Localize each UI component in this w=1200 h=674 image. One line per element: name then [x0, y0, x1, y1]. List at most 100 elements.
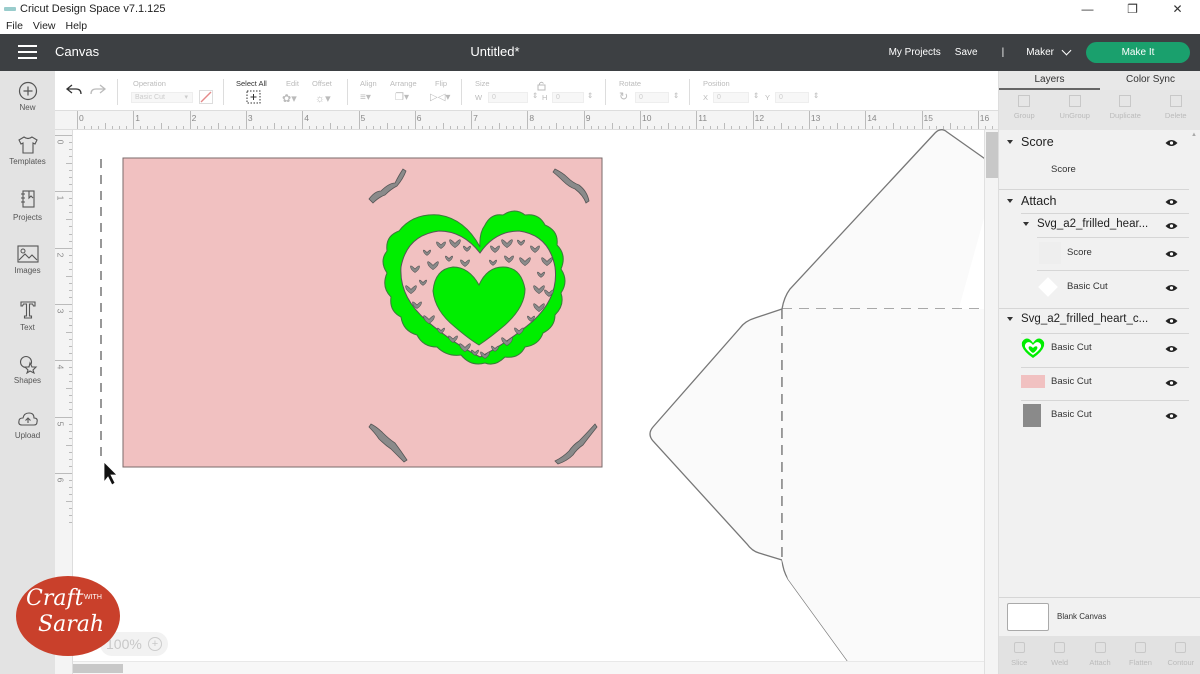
eye-icon[interactable]: [1165, 198, 1178, 206]
x-input[interactable]: 0: [713, 92, 749, 103]
caret-down-icon[interactable]: [1007, 140, 1013, 144]
arrange-label: Arrange: [390, 79, 417, 88]
save-link[interactable]: Save: [955, 47, 978, 58]
envelope-template[interactable]: [649, 129, 998, 674]
layer-group-svg-frilled-heart-card[interactable]: Svg_a2_frilled_heart_c...: [1007, 313, 1148, 325]
window-title: Cricut Design Space v7.1.125: [20, 3, 166, 15]
header-right-nav: My Projects Save | Maker Make It: [889, 34, 1200, 71]
sidebar-item-shapes[interactable]: Shapes: [0, 354, 55, 385]
x-stepper[interactable]: ⇕: [753, 91, 759, 100]
flatten-button[interactable]: Flatten: [1120, 636, 1160, 674]
logo-line1: Craft: [26, 586, 84, 611]
layer-thumbnail: [1039, 242, 1061, 264]
eye-icon[interactable]: [1165, 379, 1178, 387]
tab-layers[interactable]: Layers: [999, 71, 1100, 90]
scroll-up-icon[interactable]: ▲: [1191, 132, 1197, 138]
layer-item-score[interactable]: Score: [1051, 164, 1076, 175]
layer-group-svg-frilled-heart-attached[interactable]: Svg_a2_frilled_hear...: [1023, 218, 1148, 230]
ungroup-button[interactable]: UnGroup: [1050, 90, 1101, 130]
eye-icon[interactable]: [1165, 412, 1178, 420]
restore-icon[interactable]: ❐: [1110, 0, 1155, 18]
select-all-icon[interactable]: [246, 90, 261, 104]
rotate-input[interactable]: 0: [635, 92, 669, 103]
duplicate-button[interactable]: Duplicate: [1100, 90, 1151, 130]
redo-icon[interactable]: [89, 83, 107, 97]
ungroup-icon: [1068, 95, 1081, 107]
scrollbar-thumb[interactable]: [73, 664, 123, 673]
layers-scrollbar[interactable]: ▲: [1189, 130, 1200, 600]
arrange-icon[interactable]: ❐▾: [395, 92, 409, 103]
layer-actions: Group UnGroup Duplicate Delete: [999, 90, 1200, 130]
y-input[interactable]: 0: [775, 92, 809, 103]
menu-help[interactable]: Help: [66, 20, 88, 32]
slice-button[interactable]: Slice: [999, 636, 1039, 674]
width-input[interactable]: 0: [488, 92, 528, 103]
my-projects-link[interactable]: My Projects: [889, 47, 941, 58]
layer-item-basic-cut[interactable]: Basic Cut: [1067, 281, 1108, 292]
sidebar-item-images[interactable]: Images: [0, 244, 55, 275]
menu-view[interactable]: View: [33, 20, 56, 32]
edit-icon[interactable]: ✿▾: [282, 92, 297, 105]
layer-group-score[interactable]: Score: [1007, 135, 1054, 149]
layer-item-basic-cut[interactable]: Basic Cut: [1051, 409, 1092, 420]
image-icon: [16, 245, 39, 263]
height-input[interactable]: 0: [552, 92, 584, 103]
delete-button[interactable]: Delete: [1151, 90, 1200, 130]
eye-icon[interactable]: [1165, 250, 1178, 258]
lock-icon[interactable]: [537, 81, 546, 91]
menu-file[interactable]: File: [6, 20, 23, 32]
rotate-label: Rotate: [619, 79, 642, 88]
eye-icon[interactable]: [1165, 317, 1178, 325]
scrollbar-thumb[interactable]: [986, 132, 998, 178]
attach-button[interactable]: Attach: [1080, 636, 1120, 674]
height-stepper[interactable]: ⇕: [587, 91, 593, 100]
machine-selector[interactable]: Maker: [1026, 45, 1072, 58]
rotate-stepper[interactable]: ⇕: [673, 91, 679, 100]
offset-icon[interactable]: ☼▾: [315, 92, 331, 105]
logo-with: WITH: [84, 594, 102, 601]
undo-icon[interactable]: [65, 83, 83, 97]
paperclip-icon: [1094, 642, 1106, 653]
operation-select[interactable]: Basic Cut ▾: [131, 92, 193, 103]
sidebar-item-upload[interactable]: Upload: [0, 409, 55, 440]
zoom-in-button[interactable]: +: [148, 637, 162, 651]
weld-button[interactable]: Weld: [1039, 636, 1079, 674]
caret-down-icon[interactable]: [1007, 317, 1013, 321]
width-stepper[interactable]: ⇕: [532, 91, 538, 100]
flip-icon[interactable]: ▷◁▾: [430, 92, 450, 103]
align-icon[interactable]: ≡▾: [360, 92, 371, 103]
sidebar-item-new[interactable]: New: [0, 81, 55, 112]
trash-icon: [1169, 95, 1182, 107]
blank-canvas-label: Blank Canvas: [1057, 612, 1107, 621]
eye-icon[interactable]: [1165, 284, 1178, 292]
eye-icon[interactable]: [1165, 139, 1178, 147]
linetype-color-swatch[interactable]: [199, 90, 213, 104]
contour-button[interactable]: Contour: [1161, 636, 1200, 674]
eye-icon[interactable]: [1165, 222, 1178, 230]
layer-item-basic-cut[interactable]: Basic Cut: [1051, 342, 1092, 353]
tab-color-sync[interactable]: Color Sync: [1100, 71, 1200, 90]
chevron-down-icon: [1061, 45, 1072, 56]
canvas-scrollbar-horizontal[interactable]: [73, 661, 984, 674]
design-canvas[interactable]: 0 1 2 3 4 5 6 7 8 9 10 11 12 13 14 15 16 0123456: [55, 111, 998, 674]
eye-icon[interactable]: [1165, 345, 1178, 353]
document-title: Untitled*: [470, 44, 520, 59]
minimize-icon[interactable]: —: [1065, 0, 1110, 18]
make-it-button[interactable]: Make It: [1086, 42, 1190, 63]
layer-item-score[interactable]: Score: [1067, 247, 1092, 258]
canvas-scrollbar-vertical[interactable]: [984, 130, 998, 674]
group-button[interactable]: Group: [999, 90, 1050, 130]
caret-down-icon[interactable]: [1007, 199, 1013, 203]
blank-canvas-swatch[interactable]: [1007, 603, 1049, 631]
sidebar-item-templates[interactable]: Templates: [0, 135, 55, 166]
app-header: Canvas Untitled* My Projects Save | Make…: [0, 34, 1200, 71]
window-controls: — ❐ ✕: [1065, 0, 1200, 18]
layer-item-basic-cut[interactable]: Basic Cut: [1051, 376, 1092, 387]
y-stepper[interactable]: ⇕: [813, 91, 819, 100]
close-icon[interactable]: ✕: [1155, 0, 1200, 18]
layer-group-attach[interactable]: Attach: [1007, 194, 1056, 208]
layer-thumbnail: [1038, 277, 1058, 297]
sidebar-item-projects[interactable]: Projects: [0, 189, 55, 222]
caret-down-icon[interactable]: [1023, 222, 1029, 226]
sidebar-item-text[interactable]: Text: [0, 299, 55, 332]
